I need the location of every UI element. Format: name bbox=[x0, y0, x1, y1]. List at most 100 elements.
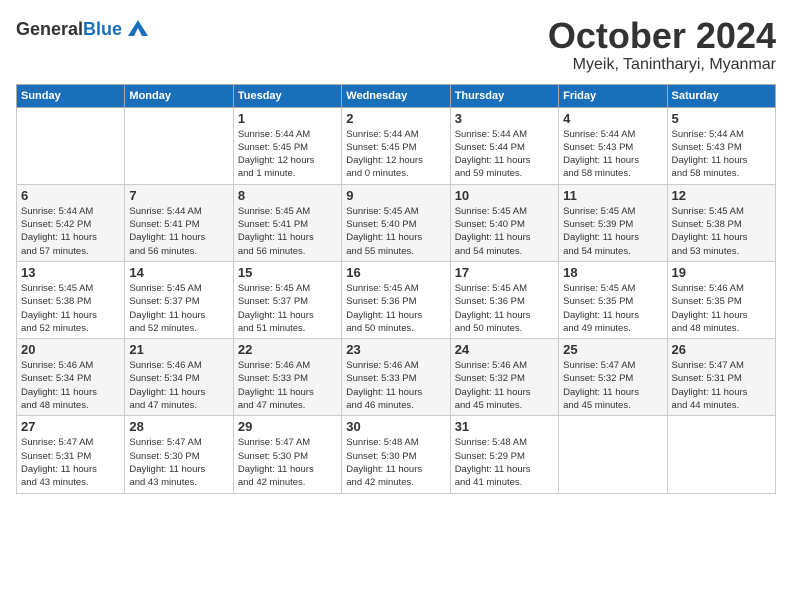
day-info: Sunrise: 5:45 AM Sunset: 5:40 PM Dayligh… bbox=[346, 205, 445, 258]
day-info: Sunrise: 5:44 AM Sunset: 5:45 PM Dayligh… bbox=[238, 128, 337, 181]
day-number: 29 bbox=[238, 419, 337, 434]
day-info: Sunrise: 5:44 AM Sunset: 5:44 PM Dayligh… bbox=[455, 128, 554, 181]
calendar-cell: 4 Sunrise: 5:44 AM Sunset: 5:43 PM Daylig… bbox=[559, 107, 667, 184]
calendar-cell: 13Sunrise: 5:45 AM Sunset: 5:38 PM Dayli… bbox=[17, 261, 125, 338]
day-number: 24 bbox=[455, 342, 554, 357]
day-info: Sunrise: 5:47 AM Sunset: 5:30 PM Dayligh… bbox=[129, 436, 228, 489]
logo-general: General bbox=[16, 19, 83, 39]
day-number: 21 bbox=[129, 342, 228, 357]
day-info: Sunrise: 5:46 AM Sunset: 5:32 PM Dayligh… bbox=[455, 359, 554, 412]
day-info: Sunrise: 5:44 AM Sunset: 5:45 PM Dayligh… bbox=[346, 128, 445, 181]
day-info: Sunrise: 5:45 AM Sunset: 5:41 PM Dayligh… bbox=[238, 205, 337, 258]
day-info: Sunrise: 5:44 AM Sunset: 5:43 PM Dayligh… bbox=[563, 128, 662, 181]
day-info: Sunrise: 5:48 AM Sunset: 5:29 PM Dayligh… bbox=[455, 436, 554, 489]
calendar-day-header: Wednesday bbox=[342, 84, 450, 107]
calendar-week-row: 6 Sunrise: 5:44 AM Sunset: 5:42 PM Daylig… bbox=[17, 184, 776, 261]
day-info: Sunrise: 5:46 AM Sunset: 5:34 PM Dayligh… bbox=[129, 359, 228, 412]
day-info: Sunrise: 5:46 AM Sunset: 5:33 PM Dayligh… bbox=[346, 359, 445, 412]
day-number: 14 bbox=[129, 265, 228, 280]
calendar-cell: 26Sunrise: 5:47 AM Sunset: 5:31 PM Dayli… bbox=[667, 339, 775, 416]
day-number: 12 bbox=[672, 188, 771, 203]
calendar-cell: 1 Sunrise: 5:44 AM Sunset: 5:45 PM Daylig… bbox=[233, 107, 341, 184]
day-info: Sunrise: 5:46 AM Sunset: 5:35 PM Dayligh… bbox=[672, 282, 771, 335]
calendar-day-header: Sunday bbox=[17, 84, 125, 107]
day-number: 28 bbox=[129, 419, 228, 434]
day-info: Sunrise: 5:47 AM Sunset: 5:30 PM Dayligh… bbox=[238, 436, 337, 489]
day-info: Sunrise: 5:45 AM Sunset: 5:36 PM Dayligh… bbox=[455, 282, 554, 335]
day-info: Sunrise: 5:47 AM Sunset: 5:31 PM Dayligh… bbox=[21, 436, 120, 489]
title-block: October 2024 Myeik, Tanintharyi, Myanmar bbox=[548, 16, 776, 74]
day-info: Sunrise: 5:45 AM Sunset: 5:36 PM Dayligh… bbox=[346, 282, 445, 335]
day-number: 17 bbox=[455, 265, 554, 280]
day-number: 10 bbox=[455, 188, 554, 203]
calendar-table: SundayMondayTuesdayWednesdayThursdayFrid… bbox=[16, 84, 776, 494]
day-number: 6 bbox=[21, 188, 120, 203]
logo-icon bbox=[124, 16, 152, 44]
calendar-cell: 22Sunrise: 5:46 AM Sunset: 5:33 PM Dayli… bbox=[233, 339, 341, 416]
calendar-day-header: Monday bbox=[125, 84, 233, 107]
calendar-cell bbox=[125, 107, 233, 184]
day-number: 5 bbox=[672, 111, 771, 126]
calendar-cell bbox=[667, 416, 775, 493]
calendar-day-header: Saturday bbox=[667, 84, 775, 107]
calendar-cell: 5Sunrise: 5:44 AM Sunset: 5:43 PM Daylig… bbox=[667, 107, 775, 184]
location-title: Myeik, Tanintharyi, Myanmar bbox=[548, 56, 776, 74]
calendar-cell: 20 Sunrise: 5:46 AM Sunset: 5:34 PM Dayli… bbox=[17, 339, 125, 416]
month-title: October 2024 bbox=[548, 16, 776, 56]
day-number: 16 bbox=[346, 265, 445, 280]
calendar-cell: 2 Sunrise: 5:44 AM Sunset: 5:45 PM Daylig… bbox=[342, 107, 450, 184]
calendar-week-row: 1 Sunrise: 5:44 AM Sunset: 5:45 PM Daylig… bbox=[17, 107, 776, 184]
calendar-cell: 9Sunrise: 5:45 AM Sunset: 5:40 PM Daylig… bbox=[342, 184, 450, 261]
day-number: 7 bbox=[129, 188, 228, 203]
calendar-cell: 19 Sunrise: 5:46 AM Sunset: 5:35 PM Dayli… bbox=[667, 261, 775, 338]
calendar-cell: 8 Sunrise: 5:45 AM Sunset: 5:41 PM Daylig… bbox=[233, 184, 341, 261]
calendar-cell: 15 Sunrise: 5:45 AM Sunset: 5:37 PM Dayli… bbox=[233, 261, 341, 338]
day-number: 4 bbox=[563, 111, 662, 126]
calendar-day-header: Tuesday bbox=[233, 84, 341, 107]
day-number: 25 bbox=[563, 342, 662, 357]
logo: GeneralBlue bbox=[16, 16, 152, 44]
day-info: Sunrise: 5:47 AM Sunset: 5:31 PM Dayligh… bbox=[672, 359, 771, 412]
day-info: Sunrise: 5:45 AM Sunset: 5:38 PM Dayligh… bbox=[21, 282, 120, 335]
calendar-cell: 18Sunrise: 5:45 AM Sunset: 5:35 PM Dayli… bbox=[559, 261, 667, 338]
day-info: Sunrise: 5:45 AM Sunset: 5:37 PM Dayligh… bbox=[238, 282, 337, 335]
day-number: 19 bbox=[672, 265, 771, 280]
day-info: Sunrise: 5:45 AM Sunset: 5:37 PM Dayligh… bbox=[129, 282, 228, 335]
calendar-cell: 24 Sunrise: 5:46 AM Sunset: 5:32 PM Dayli… bbox=[450, 339, 558, 416]
calendar-cell: 31 Sunrise: 5:48 AM Sunset: 5:29 PM Dayli… bbox=[450, 416, 558, 493]
calendar-cell: 14 Sunrise: 5:45 AM Sunset: 5:37 PM Dayli… bbox=[125, 261, 233, 338]
day-info: Sunrise: 5:46 AM Sunset: 5:33 PM Dayligh… bbox=[238, 359, 337, 412]
day-info: Sunrise: 5:45 AM Sunset: 5:38 PM Dayligh… bbox=[672, 205, 771, 258]
calendar-body: 1 Sunrise: 5:44 AM Sunset: 5:45 PM Daylig… bbox=[17, 107, 776, 493]
calendar-week-row: 27 Sunrise: 5:47 AM Sunset: 5:31 PM Dayli… bbox=[17, 416, 776, 493]
calendar-cell: 12 Sunrise: 5:45 AM Sunset: 5:38 PM Dayli… bbox=[667, 184, 775, 261]
calendar-cell: 25 Sunrise: 5:47 AM Sunset: 5:32 PM Dayli… bbox=[559, 339, 667, 416]
day-number: 2 bbox=[346, 111, 445, 126]
day-info: Sunrise: 5:47 AM Sunset: 5:32 PM Dayligh… bbox=[563, 359, 662, 412]
calendar-week-row: 20 Sunrise: 5:46 AM Sunset: 5:34 PM Dayli… bbox=[17, 339, 776, 416]
calendar-cell: 23 Sunrise: 5:46 AM Sunset: 5:33 PM Dayli… bbox=[342, 339, 450, 416]
day-number: 20 bbox=[21, 342, 120, 357]
calendar-cell: 17 Sunrise: 5:45 AM Sunset: 5:36 PM Dayli… bbox=[450, 261, 558, 338]
calendar-cell: 28 Sunrise: 5:47 AM Sunset: 5:30 PM Dayli… bbox=[125, 416, 233, 493]
calendar-cell: 3Sunrise: 5:44 AM Sunset: 5:44 PM Daylig… bbox=[450, 107, 558, 184]
day-info: Sunrise: 5:45 AM Sunset: 5:35 PM Dayligh… bbox=[563, 282, 662, 335]
calendar-cell: 10Sunrise: 5:45 AM Sunset: 5:40 PM Dayli… bbox=[450, 184, 558, 261]
calendar-cell: 27 Sunrise: 5:47 AM Sunset: 5:31 PM Dayli… bbox=[17, 416, 125, 493]
day-info: Sunrise: 5:46 AM Sunset: 5:34 PM Dayligh… bbox=[21, 359, 120, 412]
calendar-cell: 21 Sunrise: 5:46 AM Sunset: 5:34 PM Dayli… bbox=[125, 339, 233, 416]
day-info: Sunrise: 5:45 AM Sunset: 5:39 PM Dayligh… bbox=[563, 205, 662, 258]
day-number: 31 bbox=[455, 419, 554, 434]
calendar-day-header: Thursday bbox=[450, 84, 558, 107]
day-info: Sunrise: 5:44 AM Sunset: 5:41 PM Dayligh… bbox=[129, 205, 228, 258]
day-number: 27 bbox=[21, 419, 120, 434]
day-number: 30 bbox=[346, 419, 445, 434]
day-number: 15 bbox=[238, 265, 337, 280]
calendar-cell: 11Sunrise: 5:45 AM Sunset: 5:39 PM Dayli… bbox=[559, 184, 667, 261]
calendar-cell: 16 Sunrise: 5:45 AM Sunset: 5:36 PM Dayli… bbox=[342, 261, 450, 338]
logo-blue: Blue bbox=[83, 19, 122, 39]
day-number: 1 bbox=[238, 111, 337, 126]
day-info: Sunrise: 5:44 AM Sunset: 5:42 PM Dayligh… bbox=[21, 205, 120, 258]
day-number: 8 bbox=[238, 188, 337, 203]
day-number: 23 bbox=[346, 342, 445, 357]
